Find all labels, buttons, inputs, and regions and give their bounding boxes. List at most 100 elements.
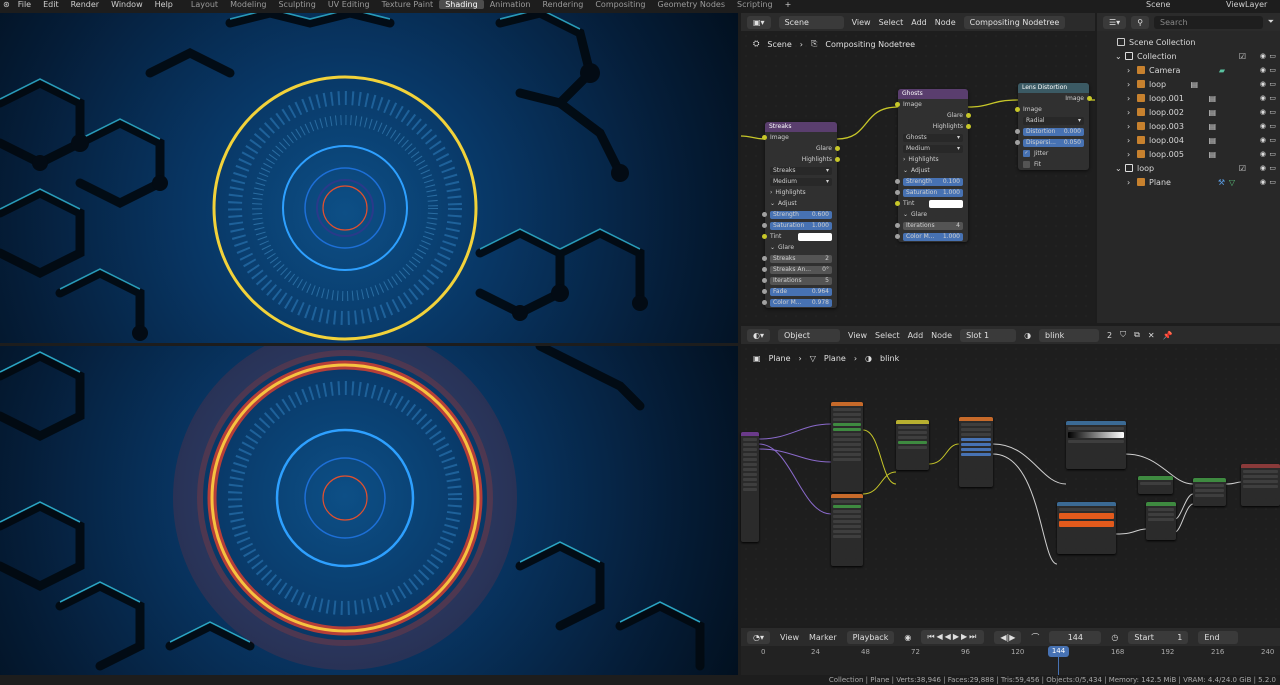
strength-field[interactable]: Strength 0.600 [770, 210, 832, 219]
menu-window[interactable]: Window [105, 0, 149, 9]
eye-icon[interactable]: ◉ [1260, 164, 1266, 172]
glare-type-dropdown[interactable]: Streaks ▾ [770, 166, 832, 175]
tab-geometry-nodes[interactable]: Geometry Nodes [652, 0, 731, 9]
tab-rendering[interactable]: Rendering [536, 0, 589, 9]
shader-node-color-ramp-1[interactable] [1066, 421, 1126, 469]
eye-icon[interactable]: ◉ [1260, 136, 1266, 144]
menu-node[interactable]: Node [935, 18, 956, 27]
shader-node-texcoord[interactable] [741, 432, 759, 542]
distortion-type-dropdown[interactable]: Radial ▾ [1023, 116, 1084, 125]
editor-type-icon[interactable]: ▣▾ [747, 15, 771, 29]
eye-icon[interactable]: ◉ [1260, 150, 1266, 158]
collection-row[interactable]: ⌄ Collection ☑ ◉ ▭ [1097, 49, 1280, 63]
pin-icon[interactable]: 📌 [1163, 331, 1173, 340]
shader-node-noise-texture-3[interactable] [959, 417, 993, 487]
camera-visibility-icon[interactable]: ▭ [1269, 164, 1276, 172]
shader-node-material-output[interactable] [1241, 464, 1280, 506]
camera-visibility-icon[interactable]: ▭ [1269, 122, 1276, 130]
outliner-item-loop-002[interactable]: › loop.002 ▤ ◉ ▭ [1097, 105, 1280, 119]
menu-view[interactable]: View [852, 18, 871, 27]
shader-node-noise-texture-2[interactable] [831, 494, 863, 566]
quality-dropdown[interactable]: Medium ▾ [770, 177, 832, 186]
material-name-field[interactable]: blink [1039, 328, 1100, 342]
outliner-item-loop-005[interactable]: › loop.005 ▤ ◉ ▭ [1097, 147, 1280, 161]
adjust-panel[interactable]: ⌄ Adjust [765, 198, 837, 209]
tab-modeling[interactable]: Modeling [224, 0, 272, 9]
slot-dropdown[interactable]: Slot 1 [960, 328, 1017, 342]
blender-logo-icon[interactable]: ⊛ [0, 0, 12, 9]
saturation-field[interactable]: Saturation 1.000 [770, 221, 832, 230]
camera-visibility-icon[interactable]: ▭ [1269, 66, 1276, 74]
shader-node-noise-texture-1[interactable] [831, 402, 863, 492]
playhead-frame-label[interactable]: 144 [1048, 646, 1069, 657]
streaks-angle-field[interactable]: Streaks An... 0° [770, 265, 832, 274]
viewport-top[interactable] [0, 13, 738, 343]
camera-visibility-icon[interactable]: ▭ [1269, 94, 1276, 102]
shader-node-mix[interactable] [896, 420, 929, 470]
distortion-field[interactable]: Distortion 0.000 [1023, 127, 1084, 136]
camera-visibility-icon[interactable]: ▭ [1269, 52, 1276, 60]
shader-node-transparent[interactable] [1138, 476, 1173, 494]
outliner-item-camera[interactable]: › Camera ▰ ◉ ▭ [1097, 63, 1280, 77]
lens-distortion-node[interactable]: Lens Distortion Image Image Radial ▾ Dist… [1015, 83, 1092, 170]
unlink-icon[interactable]: ✕ [1148, 331, 1155, 340]
record-icon[interactable]: ◉ [904, 633, 911, 642]
ghosts-type-dropdown[interactable]: Ghosts ▾ [903, 133, 963, 142]
ghosts-saturation-field[interactable]: Saturation 1.000 [903, 188, 963, 197]
current-frame-field[interactable]: 144 [1049, 630, 1102, 644]
compositor-canvas[interactable]: ⛭ Scene › ⎘ Compositing Nodetree Streaks… [741, 31, 1095, 323]
menu-render[interactable]: Render [65, 0, 105, 9]
timeline-ruler[interactable]: 0 24 48 72 96 120 168 192 216 240 144 [741, 646, 1280, 675]
clock-icon[interactable]: ◷ [1111, 633, 1118, 642]
eye-icon[interactable]: ◉ [1260, 52, 1266, 60]
ghosts-colormod-field[interactable]: Color M... 1.000 [903, 232, 963, 241]
camera-visibility-icon[interactable]: ▭ [1269, 80, 1276, 88]
outliner-item-loop-004[interactable]: › loop.004 ▤ ◉ ▭ [1097, 133, 1280, 147]
tab-shading[interactable]: Shading [439, 0, 484, 9]
outliner-item-loop-001[interactable]: › loop.001 ▤ ◉ ▭ [1097, 91, 1280, 105]
fake-user-icon[interactable]: ⛉ [1120, 330, 1126, 340]
ghosts-glare-panel[interactable]: ⌄ Glare [898, 209, 968, 220]
jitter-checkbox[interactable]: ✓ Jitter [1018, 148, 1089, 159]
ghosts-strength-field[interactable]: Strength 0.100 [903, 177, 963, 186]
shader-node-color-ramp-2[interactable] [1057, 502, 1116, 554]
playback-dropdown[interactable]: Playback [846, 630, 895, 644]
filter-icon[interactable]: ⚲ [1131, 15, 1150, 29]
search-input[interactable]: Search [1154, 15, 1263, 29]
shader-menu-node[interactable]: Node [931, 331, 952, 340]
end-frame-field[interactable]: End [1198, 630, 1239, 644]
scene-collection-row[interactable]: Scene Collection [1097, 35, 1280, 49]
timeline-menu-marker[interactable]: Marker [809, 633, 837, 642]
ghosts-adjust-panel[interactable]: ⌄ Adjust [898, 165, 968, 176]
outliner-item-loop[interactable]: › loop ▤ ◉ ▭ [1097, 77, 1280, 91]
ghosts-iterations-field[interactable]: Iterations 4 [903, 221, 963, 230]
ghosts-tint-swatch[interactable] [929, 199, 963, 208]
eye-icon[interactable]: ◉ [1260, 66, 1266, 74]
ghosts-quality-dropdown[interactable]: Medium ▾ [903, 144, 963, 153]
filter-funnel-icon[interactable]: ⏷ [1268, 17, 1274, 27]
timeline-menu-view[interactable]: View [780, 633, 799, 642]
highlights-panel[interactable]: › Highlights [765, 187, 837, 198]
outliner-editor-type[interactable]: ☰▾ [1103, 15, 1127, 29]
color-modulation-field[interactable]: Color M... 0.978 [770, 298, 832, 307]
fit-checkbox[interactable]: Fit [1018, 159, 1089, 170]
tab-texture-paint[interactable]: Texture Paint [376, 0, 440, 9]
camera-visibility-icon[interactable]: ▭ [1269, 108, 1276, 116]
eye-icon[interactable]: ◉ [1260, 178, 1266, 186]
shader-menu-add[interactable]: Add [908, 331, 924, 340]
nodetree-selector[interactable]: Compositing Nodetree [963, 15, 1066, 29]
start-frame-field[interactable]: Start 1 [1128, 630, 1189, 644]
streaks-node[interactable]: Streaks Image Glare Highlights Streaks ▾ … [762, 122, 840, 308]
outliner-item-loop-003[interactable]: › loop.003 ▤ ◉ ▭ [1097, 119, 1280, 133]
ghosts-node[interactable]: Ghosts Image Glare Highlights Ghosts ▾ Me… [895, 89, 971, 242]
menu-select[interactable]: Select [879, 18, 904, 27]
menu-file[interactable]: File [12, 0, 37, 9]
camera-visibility-icon[interactable]: ▭ [1269, 136, 1276, 144]
tab-compositing[interactable]: Compositing [589, 0, 651, 9]
shader-menu-view[interactable]: View [848, 331, 867, 340]
viewport-bottom[interactable] [0, 346, 738, 675]
eye-icon[interactable]: ◉ [1260, 80, 1266, 88]
shader-canvas[interactable]: ▣ Plane › ▽ Plane › ◑ blink [741, 344, 1280, 626]
tab-sculpting[interactable]: Sculpting [272, 0, 321, 9]
eye-icon[interactable]: ◉ [1260, 108, 1266, 116]
